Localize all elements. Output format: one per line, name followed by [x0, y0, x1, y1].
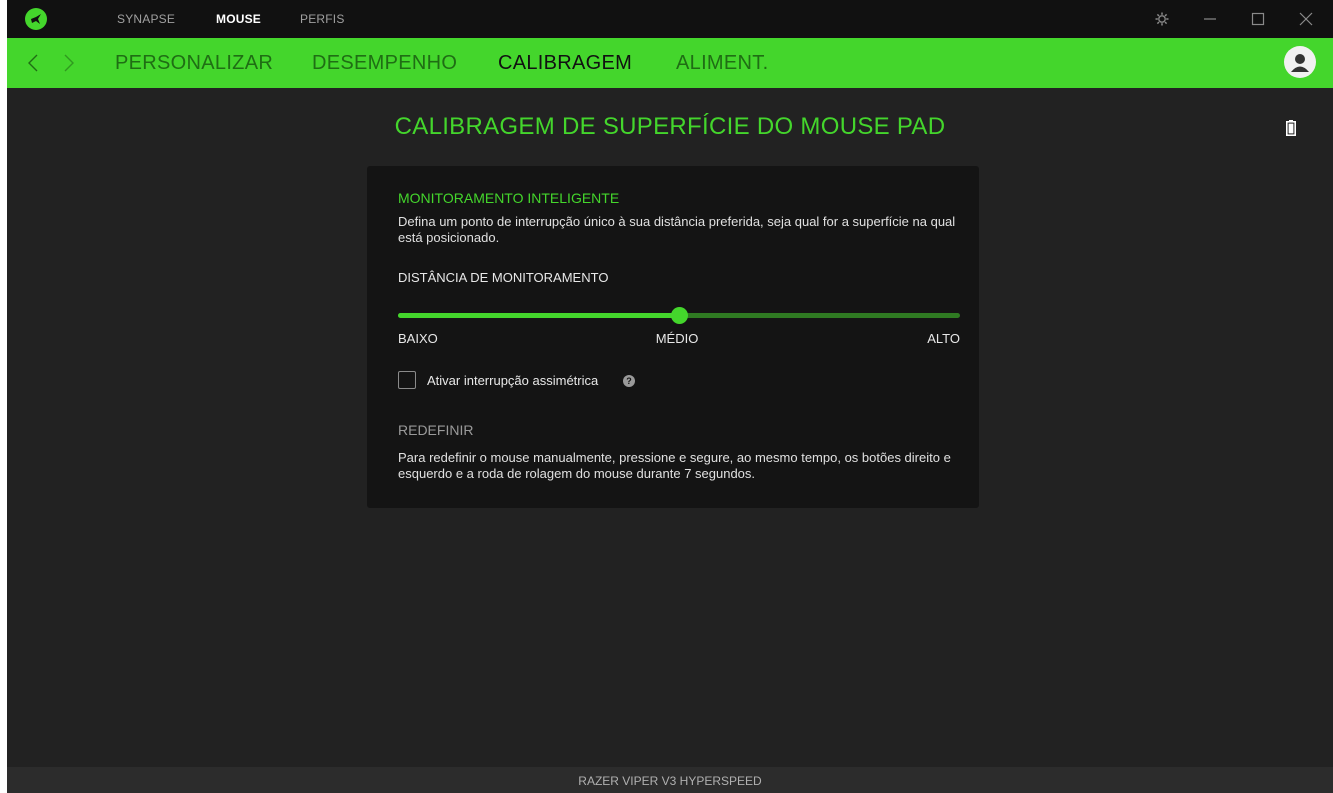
section-nav-bar: PERSONALIZAR DESEMPENHO CALIBRAGEM ALIME…: [7, 38, 1333, 88]
settings-icon[interactable]: [1142, 0, 1182, 38]
calibration-panel: MONITORAMENTO INTELIGENTE Defina um pont…: [367, 166, 979, 508]
user-avatar-icon[interactable]: [1284, 46, 1316, 78]
help-icon[interactable]: ?: [623, 375, 635, 387]
battery-icon: [1286, 120, 1296, 136]
slider-mid-label: MÉDIO: [655, 331, 699, 346]
back-arrow-icon[interactable]: [21, 51, 45, 75]
tab-personalizar[interactable]: PERSONALIZAR: [115, 38, 273, 88]
asymmetric-cutoff-label: Ativar interrupção assimétrica: [427, 373, 599, 388]
reset-title: REDEFINIR: [398, 422, 474, 438]
tracking-distance-label: DISTÂNCIA DE MONITORAMENTO: [398, 270, 609, 285]
smart-tracking-title: MONITORAMENTO INTELIGENTE: [398, 190, 620, 206]
tab-perfis[interactable]: PERFIS: [300, 0, 345, 38]
title-bar: SYNAPSE MOUSE PERFIS: [7, 0, 1333, 38]
slider-max-label: ALTO: [927, 331, 960, 346]
smart-tracking-description: Defina um ponto de interrupção único à s…: [398, 214, 956, 245]
tab-mouse[interactable]: MOUSE: [216, 0, 261, 38]
slider-min-label: BAIXO: [398, 331, 438, 346]
asymmetric-cutoff-checkbox[interactable]: [398, 371, 416, 389]
maximize-icon[interactable]: [1238, 0, 1278, 38]
tab-synapse[interactable]: SYNAPSE: [117, 0, 175, 38]
slider-fill: [398, 313, 679, 318]
page-title: CALIBRAGEM DE SUPERFÍCIE DO MOUSE PAD: [394, 113, 946, 140]
minimize-icon[interactable]: [1190, 0, 1230, 38]
device-footer: RAZER VIPER V3 HYPERSPEED: [7, 767, 1333, 793]
razer-synapse-window: SYNAPSE MOUSE PERFIS PERSONALIZAR DESEMP…: [7, 0, 1333, 793]
forward-arrow-icon[interactable]: [57, 51, 81, 75]
razer-snake-icon[interactable]: [25, 8, 47, 30]
close-icon[interactable]: [1286, 0, 1326, 38]
device-name: RAZER VIPER V3 HYPERSPEED: [578, 774, 762, 788]
tracking-distance-slider[interactable]: [398, 307, 960, 324]
slider-thumb[interactable]: [671, 307, 688, 324]
tab-aliment[interactable]: ALIMENT.: [676, 38, 768, 88]
tab-desempenho[interactable]: DESEMPENHO: [312, 38, 457, 88]
tab-calibragem[interactable]: CALIBRAGEM: [498, 38, 632, 88]
reset-description: Para redefinir o mouse manualmente, pres…: [398, 450, 951, 481]
